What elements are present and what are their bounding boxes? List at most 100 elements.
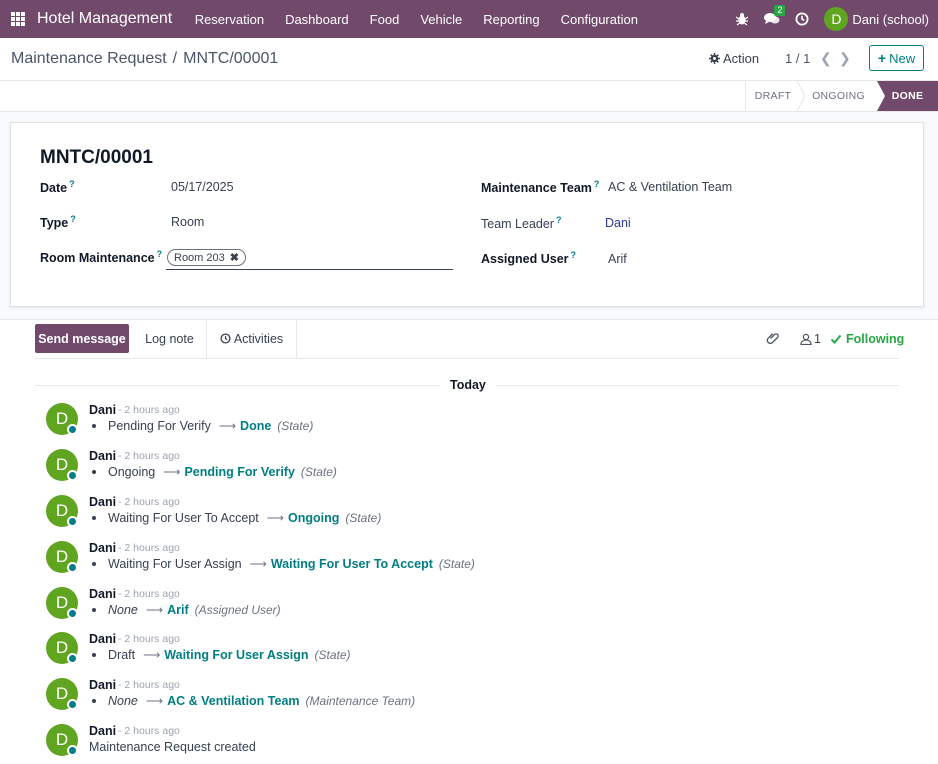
- stage-draft[interactable]: DRAFT: [745, 81, 800, 111]
- chatter-message: D Dani - 2 hours ago Waiting For User As…: [46, 541, 906, 587]
- bullet-icon: [92, 562, 96, 566]
- field-name: (State): [438, 557, 475, 571]
- clock-icon[interactable]: [794, 11, 810, 27]
- user-name[interactable]: Dani (school): [852, 12, 929, 27]
- stage-ongoing[interactable]: ONGOING: [800, 81, 877, 111]
- message-text: Maintenance Request created: [89, 740, 256, 754]
- bullet-icon: [92, 608, 96, 612]
- help-tooltip-icon[interactable]: ?: [594, 179, 600, 189]
- online-status-icon: [67, 699, 78, 710]
- message-time: - 2 hours ago: [118, 725, 180, 737]
- menu-item-reporting[interactable]: Reporting: [473, 12, 550, 27]
- menu-item-reservation[interactable]: Reservation: [184, 12, 274, 27]
- user-avatar[interactable]: D: [824, 7, 849, 31]
- tracking-change: Ongoing ⟶ Pending For Verify (State): [89, 465, 337, 479]
- room-maintenance-field[interactable]: Room 203 ✖: [166, 248, 453, 270]
- team-leader-value[interactable]: Dani: [605, 216, 631, 230]
- room-tag: Room 203 ✖: [167, 249, 246, 266]
- new-value: Waiting For User Assign: [164, 648, 309, 662]
- arrow-right-icon: ⟶: [145, 603, 164, 617]
- online-status-icon: [67, 516, 78, 527]
- old-value: Draft: [108, 648, 136, 662]
- room-tag-label: Room 203: [174, 251, 225, 264]
- message-author[interactable]: Dani: [89, 403, 116, 417]
- help-tooltip-icon[interactable]: ?: [70, 214, 76, 224]
- old-value: Pending For Verify: [108, 419, 211, 433]
- pager-value[interactable]: 1 / 1: [785, 51, 810, 66]
- new-button[interactable]: + New: [869, 45, 924, 71]
- app-brand[interactable]: Hotel Management: [37, 10, 172, 28]
- menu-item-vehicle[interactable]: Vehicle: [410, 12, 473, 27]
- arrow-right-icon: ⟶: [143, 648, 161, 662]
- new-label: New: [889, 50, 916, 66]
- message-time: - 2 hours ago: [118, 496, 180, 508]
- followers-button[interactable]: 1: [800, 332, 821, 346]
- message-author[interactable]: Dani: [89, 495, 116, 509]
- stage-done[interactable]: DONE: [877, 81, 938, 111]
- message-author[interactable]: Dani: [89, 724, 116, 738]
- message-author[interactable]: Dani: [89, 632, 116, 646]
- help-tooltip-icon[interactable]: ?: [556, 215, 562, 225]
- chevron-left-icon[interactable]: ❮: [820, 50, 832, 67]
- following-button[interactable]: Following: [830, 332, 904, 346]
- messages-badge: 2: [774, 5, 786, 16]
- remove-tag-icon[interactable]: ✖: [230, 251, 239, 264]
- arrow-right-icon: ⟶: [266, 511, 284, 525]
- date-label: Date?: [40, 179, 75, 196]
- assigned-user-label: Assigned User?: [481, 250, 577, 267]
- paperclip-icon[interactable]: [766, 331, 780, 345]
- message-author[interactable]: Dani: [89, 541, 116, 555]
- chatter-message: D Dani - 2 hours ago Ongoing ⟶ Pending For…: [46, 449, 906, 495]
- online-status-icon: [67, 653, 78, 664]
- type-value: Room: [171, 215, 205, 229]
- field-name: (Maintenance Team): [305, 694, 416, 708]
- menu-item-configuration[interactable]: Configuration: [550, 12, 648, 27]
- message-author[interactable]: Dani: [89, 678, 116, 692]
- log-note-button[interactable]: Log note: [133, 324, 206, 353]
- arrow-right-icon: ⟶: [163, 465, 181, 479]
- online-status-icon: [67, 745, 78, 756]
- check-icon: [830, 334, 842, 344]
- help-tooltip-icon[interactable]: ?: [157, 249, 163, 259]
- date-value: 05/17/2025: [171, 180, 234, 194]
- arrow-right-icon: ⟶: [218, 419, 237, 433]
- apps-menu-icon[interactable]: [11, 12, 25, 26]
- help-tooltip-icon[interactable]: ?: [69, 179, 75, 189]
- menu-item-dashboard[interactable]: Dashboard: [275, 12, 360, 27]
- new-value: Pending For Verify: [184, 465, 295, 479]
- bullet-icon: [92, 699, 96, 703]
- activities-button[interactable]: Activities: [206, 319, 297, 358]
- menu-item-food[interactable]: Food: [359, 12, 410, 27]
- bug-icon[interactable]: [734, 11, 750, 27]
- message-time: - 2 hours ago: [118, 404, 180, 416]
- room-maintenance-label: Room Maintenance?: [40, 249, 163, 266]
- new-value: Done: [240, 419, 272, 433]
- old-value: None: [108, 603, 138, 617]
- team-leader-label: Team Leader?: [481, 215, 562, 232]
- messages-icon[interactable]: 2: [764, 5, 786, 27]
- bullet-icon: [92, 653, 96, 657]
- message-author[interactable]: Dani: [89, 587, 116, 601]
- old-value: Waiting For User To Accept: [108, 511, 259, 525]
- message-author[interactable]: Dani: [89, 449, 116, 463]
- activities-label: Activities: [233, 331, 284, 346]
- maintenance-team-label: Maintenance Team?: [481, 179, 600, 196]
- assigned-user-value: Arif: [608, 252, 627, 266]
- old-value: Ongoing: [108, 465, 156, 479]
- field-name: (State): [345, 511, 382, 525]
- navbar-systray: 2 D Dani (school): [734, 0, 938, 38]
- help-tooltip-icon[interactable]: ?: [571, 250, 577, 260]
- message-time: - 2 hours ago: [118, 633, 180, 645]
- top-navbar: Hotel Management Reservation Dashboard F…: [0, 0, 938, 38]
- send-message-button[interactable]: Send message: [35, 324, 129, 353]
- new-value: Arif: [167, 603, 189, 617]
- breadcrumb-parent[interactable]: Maintenance Request: [11, 50, 167, 67]
- chevron-right-icon[interactable]: ❯: [839, 50, 851, 67]
- message-time: - 2 hours ago: [118, 679, 180, 691]
- new-value: Waiting For User To Accept: [270, 557, 433, 571]
- message-time: - 2 hours ago: [118, 588, 180, 600]
- plus-icon: +: [877, 50, 887, 66]
- field-name: (State): [277, 419, 314, 433]
- status-bar: DRAFT ONGOING DONE: [0, 81, 938, 112]
- action-button[interactable]: Action: [709, 51, 759, 66]
